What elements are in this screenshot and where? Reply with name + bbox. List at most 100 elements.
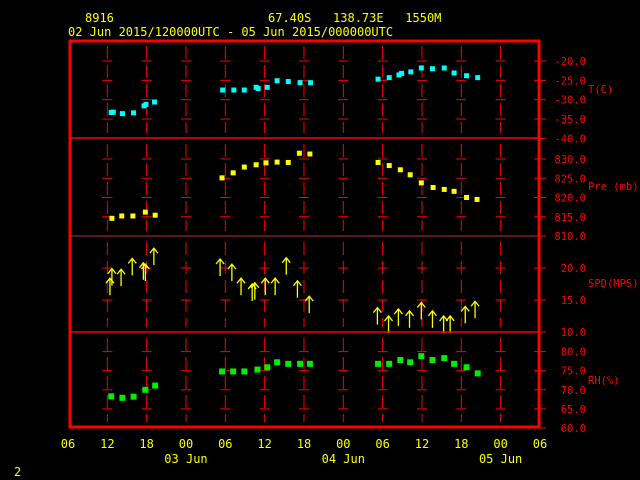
pres-point bbox=[418, 180, 424, 186]
pres-point bbox=[474, 196, 480, 202]
data-marks bbox=[105, 65, 481, 401]
page-number: 2 bbox=[14, 465, 21, 479]
y-tick-label: 75.0 bbox=[561, 366, 586, 378]
x-tick-label: 06 bbox=[218, 437, 232, 451]
pres-point bbox=[230, 170, 236, 176]
y-tick-label: -25.0 bbox=[554, 75, 586, 87]
station-id: 8916 bbox=[85, 11, 114, 25]
temp-point bbox=[451, 70, 457, 76]
pres-point bbox=[441, 186, 447, 192]
temp-point bbox=[220, 87, 226, 93]
rh-point bbox=[441, 355, 448, 362]
x-tick-label: 06 bbox=[375, 437, 389, 451]
x-tick-label: 00 bbox=[179, 437, 193, 451]
pres-point bbox=[407, 172, 413, 178]
pres-point bbox=[130, 213, 136, 219]
wind-arrow bbox=[127, 257, 137, 276]
temp-point bbox=[418, 65, 424, 71]
pres-axis-label: Pre (mb) bbox=[588, 181, 639, 193]
x-tick-label: 18 bbox=[139, 437, 153, 451]
y-tick-label: -40.0 bbox=[554, 133, 586, 145]
date-label: 05 Jun bbox=[479, 452, 522, 466]
axes: 06 12 18 00 06 12 18 00 06 12 18 00 06 03 Jun 04 Jun 05… bbox=[61, 56, 639, 466]
x-tick-label: 12 bbox=[100, 437, 114, 451]
pres-point bbox=[375, 159, 381, 165]
rh-point bbox=[241, 368, 248, 375]
y-tick-label: 820.0 bbox=[554, 193, 586, 205]
wind-arrow bbox=[281, 256, 291, 275]
wind-arrow bbox=[270, 277, 280, 296]
pres-point bbox=[307, 151, 313, 157]
temp-point bbox=[274, 78, 280, 84]
wind-arrow bbox=[107, 267, 117, 286]
rh-point bbox=[375, 360, 382, 367]
rh-point bbox=[119, 394, 126, 401]
pres-point bbox=[464, 195, 470, 200]
temp-point bbox=[241, 87, 247, 93]
rh-point bbox=[418, 353, 425, 360]
rh-point bbox=[306, 360, 313, 367]
y-tick-label: 65.0 bbox=[561, 404, 586, 416]
temp-point bbox=[119, 111, 125, 117]
temp-point bbox=[464, 73, 470, 79]
x-tick-label: 06 bbox=[533, 437, 547, 451]
rh-axis-label: RH(%) bbox=[588, 375, 620, 387]
pres-point bbox=[263, 160, 269, 166]
rh-point bbox=[297, 360, 304, 367]
pres-point bbox=[386, 163, 392, 169]
pres-point bbox=[152, 212, 158, 218]
wind-arrow bbox=[372, 306, 382, 325]
rh-point bbox=[451, 360, 458, 367]
pres-point bbox=[119, 213, 125, 219]
temp-point bbox=[110, 109, 116, 115]
pres-point bbox=[109, 215, 115, 221]
y-tick-label: 70.0 bbox=[561, 385, 586, 397]
rh-point bbox=[254, 366, 261, 373]
temp-point bbox=[475, 75, 481, 81]
rh-point bbox=[130, 393, 137, 400]
rh-point bbox=[397, 357, 404, 364]
temp-point bbox=[386, 75, 392, 81]
wind-arrow bbox=[445, 314, 455, 333]
wind-arrow bbox=[470, 300, 480, 319]
wind-arrow bbox=[427, 309, 437, 328]
wind-arrow bbox=[439, 314, 449, 333]
pres-point bbox=[219, 175, 225, 181]
rh-point bbox=[142, 386, 149, 393]
rh-point bbox=[429, 357, 436, 364]
grid bbox=[102, 46, 506, 422]
wind-arrow bbox=[304, 295, 314, 314]
temp-point bbox=[264, 84, 270, 90]
x-tick-label: 18 bbox=[454, 437, 468, 451]
temp-point bbox=[285, 79, 291, 85]
wind-arrow bbox=[292, 279, 302, 298]
x-tick-label: 12 bbox=[415, 437, 429, 451]
rh-point bbox=[264, 364, 271, 371]
temp-point bbox=[231, 87, 237, 93]
pres-point bbox=[241, 164, 247, 170]
temp-point bbox=[143, 101, 149, 107]
rh-point bbox=[386, 360, 393, 367]
y-tick-label: -35.0 bbox=[554, 114, 586, 126]
pres-point bbox=[430, 184, 436, 190]
pres-point bbox=[253, 162, 259, 168]
temp-point bbox=[308, 80, 314, 86]
x-tick-label: 00 bbox=[493, 437, 507, 451]
pres-point bbox=[274, 159, 280, 165]
x-tick-label: 06 bbox=[61, 437, 75, 451]
wind-arrow bbox=[236, 277, 246, 296]
y-tick-label: -30.0 bbox=[554, 95, 586, 107]
y-tick-label: 830.0 bbox=[554, 154, 586, 166]
y-tick-label: 80.0 bbox=[561, 347, 586, 359]
date-label: 04 Jun bbox=[322, 452, 365, 466]
temp-point bbox=[375, 76, 381, 82]
wind-arrow bbox=[149, 247, 159, 266]
y-tick-label: 825.0 bbox=[554, 173, 586, 185]
temp-point bbox=[441, 65, 447, 71]
y-tick-label: 60.0 bbox=[561, 423, 586, 435]
pres-point bbox=[285, 159, 291, 165]
y-tick-label: -20.0 bbox=[554, 56, 586, 68]
x-tick-label: 18 bbox=[297, 437, 311, 451]
wind-arrow bbox=[416, 301, 426, 320]
x-tick-label: 12 bbox=[257, 437, 271, 451]
